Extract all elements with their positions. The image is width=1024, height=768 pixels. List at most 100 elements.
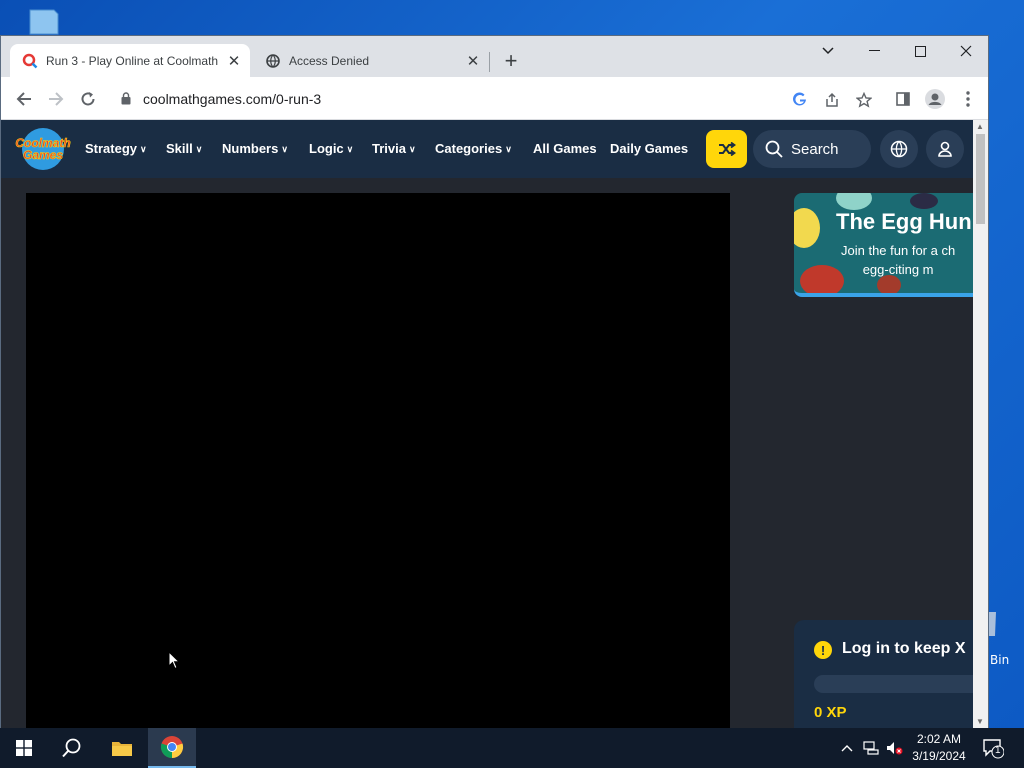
arrow-left-icon bbox=[16, 92, 31, 106]
nav-label: Logic bbox=[309, 141, 344, 156]
chevron-down-icon: ∨ bbox=[281, 144, 288, 154]
browser-window: Run 3 - Play Online at Coolmath ✕ Access… bbox=[0, 35, 989, 729]
menu-button[interactable] bbox=[955, 86, 981, 112]
user-icon bbox=[938, 141, 952, 157]
coolmath-favicon-icon bbox=[22, 53, 38, 68]
desktop-folder-icon[interactable] bbox=[26, 8, 62, 36]
nav-label: All Games bbox=[533, 141, 597, 156]
tab-title: Access Denied bbox=[289, 53, 370, 68]
random-game-button[interactable] bbox=[706, 130, 747, 168]
profile-button[interactable] bbox=[922, 86, 948, 112]
site-header: Coolmath Games Strategy ∨ Skill ∨ Numbers ∨… bbox=[1, 120, 973, 178]
google-translate-icon[interactable] bbox=[791, 91, 809, 109]
scroll-up-arrow-icon[interactable]: ▲ bbox=[976, 122, 984, 131]
chevron-down-icon bbox=[822, 47, 834, 55]
reload-button[interactable] bbox=[75, 86, 101, 112]
promo-subtitle: Join the fun for a ch egg-citing m bbox=[841, 241, 955, 279]
back-button[interactable] bbox=[11, 86, 37, 112]
chevron-down-icon: ∨ bbox=[140, 144, 147, 154]
minimize-icon bbox=[868, 50, 880, 51]
nav-categories[interactable]: Categories ∨ bbox=[435, 141, 512, 156]
nav-label: Strategy bbox=[85, 141, 138, 156]
search-icon bbox=[62, 738, 81, 758]
nav-all-games[interactable]: All Games bbox=[533, 141, 597, 156]
bookmark-star-icon[interactable] bbox=[855, 91, 873, 109]
site-search-button[interactable]: Search bbox=[753, 130, 871, 168]
url-text: coolmathgames.com/0-run-3 bbox=[143, 91, 322, 107]
nav-strategy[interactable]: Strategy ∨ bbox=[85, 141, 147, 156]
promo-subtitle-line: Join the fun for a ch bbox=[841, 243, 956, 258]
new-tab-button[interactable]: + bbox=[499, 48, 523, 73]
close-icon[interactable]: X bbox=[955, 640, 966, 657]
recycle-bin[interactable]: Bin bbox=[984, 608, 1024, 668]
action-center-button[interactable]: 1 bbox=[982, 737, 1005, 759]
reload-icon bbox=[81, 92, 95, 106]
tab-close-icon[interactable]: ✕ bbox=[224, 51, 244, 71]
side-panel-button[interactable] bbox=[890, 86, 916, 112]
nav-label: Numbers bbox=[222, 141, 279, 156]
volume-muted-icon[interactable] bbox=[886, 739, 904, 757]
game-canvas[interactable] bbox=[26, 193, 730, 729]
web-page: Coolmath Games Strategy ∨ Skill ∨ Numbers ∨… bbox=[1, 120, 973, 729]
scroll-down-arrow-icon[interactable]: ▼ bbox=[976, 717, 984, 726]
show-hidden-icons-chevron-up-icon[interactable] bbox=[838, 739, 856, 757]
taskbar-search-button[interactable] bbox=[48, 728, 96, 768]
maximize-button[interactable] bbox=[897, 36, 943, 66]
chevron-down-icon: ∨ bbox=[505, 144, 512, 154]
start-button[interactable] bbox=[0, 728, 48, 768]
account-button[interactable] bbox=[926, 130, 964, 168]
chrome-taskbar-button[interactable] bbox=[148, 728, 196, 768]
scroll-thumb[interactable] bbox=[976, 134, 985, 224]
tab-title: Run 3 - Play Online at Coolmath bbox=[46, 53, 219, 68]
avatar-icon bbox=[925, 89, 945, 109]
nav-trivia[interactable]: Trivia ∨ bbox=[372, 141, 416, 156]
close-icon bbox=[960, 45, 972, 57]
share-icon[interactable] bbox=[823, 91, 841, 109]
language-button[interactable] bbox=[880, 130, 918, 168]
warning-icon: ! bbox=[814, 641, 832, 659]
coolmath-logo[interactable]: Coolmath Games bbox=[9, 127, 77, 171]
system-clock[interactable]: 2:02 AM 3/19/2024 bbox=[905, 731, 973, 765]
nav-label: Daily Games bbox=[610, 141, 689, 156]
forward-button[interactable] bbox=[43, 86, 69, 112]
close-window-button[interactable] bbox=[943, 36, 989, 66]
nav-logic[interactable]: Logic ∨ bbox=[309, 141, 353, 156]
file-explorer-button[interactable] bbox=[98, 728, 146, 768]
lock-icon[interactable] bbox=[121, 92, 131, 105]
chrome-icon bbox=[160, 736, 184, 759]
page-scrollbar[interactable]: ▲ ▼ bbox=[973, 120, 988, 729]
recycle-bin-label: Bin bbox=[990, 653, 1010, 667]
arrow-right-icon bbox=[49, 92, 64, 106]
minimize-button[interactable] bbox=[851, 36, 897, 66]
nav-skill[interactable]: Skill ∨ bbox=[166, 141, 202, 156]
tab-run3[interactable]: Run 3 - Play Online at Coolmath ✕ bbox=[10, 44, 250, 77]
clock-time: 2:02 AM bbox=[916, 732, 962, 746]
chevron-down-icon: ∨ bbox=[195, 144, 203, 154]
network-icon[interactable] bbox=[862, 739, 880, 757]
nav-label: Trivia bbox=[372, 141, 406, 156]
xp-progress-bar bbox=[814, 675, 973, 693]
tab-close-icon[interactable]: ✕ bbox=[463, 51, 483, 71]
nav-numbers[interactable]: Numbers ∨ bbox=[222, 141, 288, 156]
globe-favicon-icon bbox=[266, 53, 280, 68]
notification-count: 1 bbox=[995, 745, 1001, 756]
kebab-menu-icon bbox=[966, 91, 970, 107]
login-prompt-text: Log in to keep X bbox=[842, 640, 966, 658]
xp-login-prompt[interactable]: ! Log in to keep X 0 XP bbox=[794, 620, 973, 729]
address-bar[interactable]: coolmathgames.com/0-run-3 bbox=[109, 83, 884, 115]
shuffle-icon bbox=[718, 142, 736, 156]
tab-access-denied[interactable]: Access Denied ✕ bbox=[253, 44, 489, 77]
search-label: Search bbox=[791, 140, 839, 158]
windows-logo-icon bbox=[16, 740, 32, 756]
egg-hunt-promo-banner[interactable]: The Egg Hun Join the fun for a ch egg-ci… bbox=[794, 193, 973, 297]
tab-strip: Run 3 - Play Online at Coolmath ✕ Access… bbox=[1, 36, 988, 77]
clock-date: 3/19/2024 bbox=[912, 749, 966, 763]
globe-icon bbox=[890, 140, 908, 158]
search-icon bbox=[765, 140, 783, 158]
tab-divider bbox=[489, 52, 490, 72]
promo-subtitle-line: egg-citing m bbox=[862, 262, 934, 277]
chevron-down-icon: ∨ bbox=[346, 144, 354, 154]
tab-search-button[interactable] bbox=[805, 36, 851, 66]
promo-title: The Egg Hun bbox=[836, 209, 972, 234]
nav-daily-games[interactable]: Daily Games bbox=[610, 141, 688, 156]
